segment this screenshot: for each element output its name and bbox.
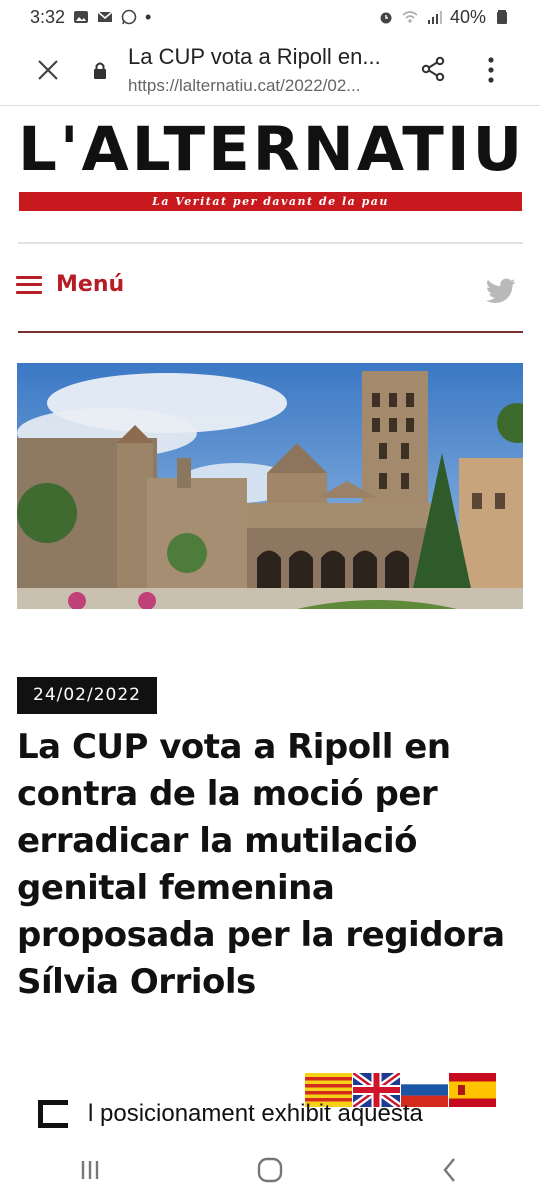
- page-url[interactable]: https://lalternatiu.cat/2022/02...: [128, 76, 408, 96]
- quote-bracket-icon: [38, 1100, 68, 1128]
- menu-button[interactable]: Menú: [16, 272, 124, 297]
- article-image[interactable]: [17, 363, 523, 609]
- site-logo[interactable]: L'ALTERNATIU: [18, 118, 522, 182]
- page-title: La CUP vota a Ripoll en...: [128, 44, 381, 69]
- system-nav-bar: [0, 1140, 540, 1200]
- more-vert-icon[interactable]: [486, 56, 496, 84]
- lock-icon[interactable]: [92, 61, 108, 79]
- gallery-icon: [74, 11, 89, 23]
- twitter-icon[interactable]: [486, 278, 516, 304]
- back-icon[interactable]: [435, 1155, 465, 1185]
- status-time: 3:32: [30, 6, 66, 27]
- share-icon[interactable]: [420, 56, 446, 82]
- notification-dot: •: [145, 6, 152, 27]
- status-bar: 3:32 • 40%: [0, 0, 540, 34]
- battery-percent: 40%: [449, 6, 486, 27]
- divider: [18, 331, 523, 333]
- wifi-icon: [402, 11, 418, 23]
- recent-apps-icon[interactable]: [75, 1155, 105, 1185]
- hamburger-icon: [16, 275, 42, 294]
- signal-icon: [427, 11, 442, 24]
- battery-icon: [497, 10, 507, 24]
- alarm-icon: [380, 12, 392, 24]
- article-snippet-text: l posicionament exhibit aquesta: [88, 1100, 423, 1127]
- article-headline[interactable]: La CUP vota a Ripoll en contra de la moc…: [17, 724, 522, 1006]
- home-icon[interactable]: [255, 1155, 285, 1185]
- site-tagline: La Veritat per davant de la pau: [19, 192, 522, 211]
- article-snippet: l posicionament exhibit aquesta: [38, 1098, 518, 1130]
- gmail-icon: [97, 11, 113, 22]
- close-icon[interactable]: [36, 58, 60, 82]
- article-date: 24/02/2022: [17, 677, 157, 714]
- divider: [18, 242, 523, 244]
- browser-toolbar: La CUP vota a Ripoll en... https://lalte…: [0, 34, 540, 106]
- menu-label: Menú: [56, 272, 125, 297]
- whatsapp-icon: [121, 9, 137, 25]
